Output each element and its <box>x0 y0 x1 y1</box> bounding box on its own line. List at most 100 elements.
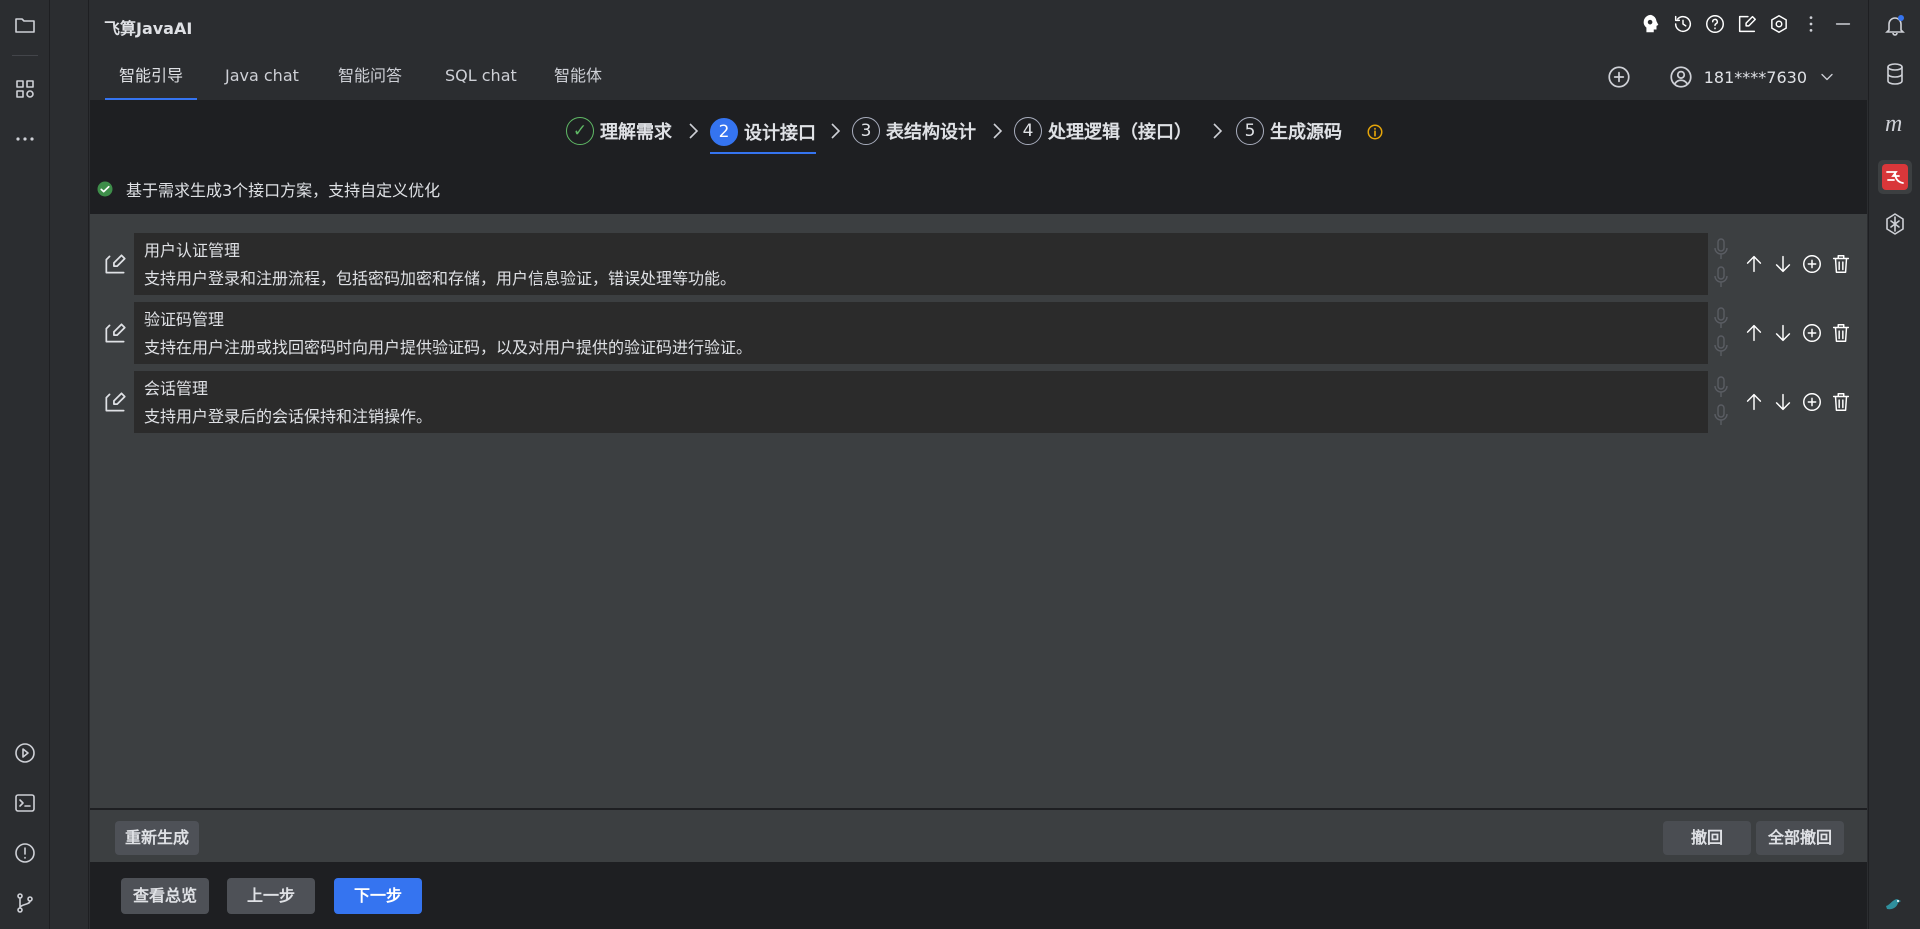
ai-assistant-icon[interactable] <box>1882 211 1908 237</box>
arrow-down-icon[interactable] <box>1771 320 1795 346</box>
maven-icon[interactable]: m <box>1882 111 1908 137</box>
add-circle-icon[interactable] <box>1800 320 1824 346</box>
notice: 基于需求生成3个接口方案，支持自定义优化 <box>96 177 440 201</box>
run-services-icon[interactable] <box>12 740 38 766</box>
tool-window-gutter <box>51 0 89 929</box>
microphone-icon[interactable] <box>1712 306 1730 332</box>
interface-description[interactable]: 支持在用户注册或找回密码时向用户提供验证码，以及对用户提供的验证码进行验证。 <box>144 333 1698 361</box>
trash-icon[interactable] <box>1829 320 1853 346</box>
help-icon[interactable] <box>1703 12 1727 36</box>
edit-icon[interactable] <box>102 251 128 277</box>
list-item: 用户认证管理 支持用户登录和注册流程，包括密码加密和存储，用户信息验证，错误处理… <box>90 233 1867 295</box>
arrow-up-icon[interactable] <box>1742 389 1766 415</box>
account-area: 181****7630 <box>1606 64 1837 90</box>
arrow-down-icon[interactable] <box>1771 389 1795 415</box>
view-overview-button[interactable]: 查看总览 <box>121 878 209 914</box>
folder-icon[interactable] <box>12 12 38 38</box>
history-icon[interactable] <box>1671 12 1695 36</box>
structure-icon[interactable] <box>12 76 38 102</box>
list-item: 验证码管理 支持在用户注册或找回密码时向用户提供验证码，以及对用户提供的验证码进… <box>90 302 1867 364</box>
step-table-design[interactable]: 3 表结构设计 <box>852 112 976 150</box>
right-activity-bar: m <box>1868 0 1920 929</box>
interface-card[interactable]: 用户认证管理 支持用户登录和注册流程，包括密码加密和存储，用户信息验证，错误处理… <box>134 233 1708 295</box>
user-avatar-icon[interactable] <box>1668 64 1694 90</box>
footer-nav: 查看总览 上一步 下一步 <box>90 862 1867 929</box>
minimize-icon[interactable] <box>1831 12 1855 36</box>
step-understand-requirements[interactable]: ✓ 理解需求 <box>566 112 672 150</box>
database-icon[interactable] <box>1882 61 1908 87</box>
list-item: 会话管理 支持用户登录后的会话保持和注销操作。 <box>90 371 1867 433</box>
add-circle-icon[interactable] <box>1800 389 1824 415</box>
title-actions <box>1639 12 1855 36</box>
edit-icon[interactable] <box>102 389 128 415</box>
info-icon[interactable] <box>1366 123 1384 141</box>
tab-smart-guide[interactable]: 智能引导 <box>105 56 198 100</box>
microphone-icon[interactable] <box>1712 237 1730 263</box>
interface-title[interactable]: 验证码管理 <box>144 307 1698 333</box>
trash-icon[interactable] <box>1829 389 1853 415</box>
next-step-button[interactable]: 下一步 <box>334 878 422 914</box>
list-actions-bar: 重新生成 撤回 全部撤回 <box>90 810 1867 862</box>
arrow-down-icon[interactable] <box>1771 251 1795 277</box>
terminal-icon[interactable] <box>12 790 38 816</box>
notifications-bell-icon[interactable] <box>1882 12 1908 38</box>
chevron-right-icon <box>689 123 699 139</box>
account-username[interactable]: 181****7630 <box>1704 68 1807 87</box>
ai-head-icon[interactable] <box>1639 12 1663 36</box>
feisuan-logo-icon[interactable] <box>1878 160 1912 194</box>
left-bar-separator <box>12 55 38 56</box>
microphone-icon[interactable] <box>1712 375 1730 401</box>
more-icon[interactable] <box>12 126 38 152</box>
interface-description[interactable]: 支持用户登录和注册流程，包括密码加密和存储，用户信息验证，错误处理等功能。 <box>144 264 1698 292</box>
check-icon: ✓ <box>566 117 594 145</box>
chevron-right-icon <box>993 123 1003 139</box>
options-menu-icon[interactable] <box>1799 12 1823 36</box>
stepper: ✓ 理解需求 2 设计接口 3 表结构设计 4 处理逻辑（接口） 5 生成源码 <box>90 112 1867 154</box>
arrow-up-icon[interactable] <box>1742 320 1766 346</box>
problems-icon[interactable] <box>12 840 38 866</box>
tab-sql-chat[interactable]: SQL chat <box>431 56 531 100</box>
step-number: 5 <box>1236 117 1264 145</box>
undo-all-button[interactable]: 全部撤回 <box>1756 821 1844 855</box>
step-generate-source[interactable]: 5 生成源码 <box>1236 112 1342 150</box>
interface-title[interactable]: 用户认证管理 <box>144 238 1698 264</box>
interface-title[interactable]: 会话管理 <box>144 376 1698 402</box>
guide-content: ✓ 理解需求 2 设计接口 3 表结构设计 4 处理逻辑（接口） 5 生成源码 <box>90 100 1867 929</box>
step-number: 2 <box>710 118 738 146</box>
microphone-icon[interactable] <box>1712 332 1730 358</box>
tab-java-chat[interactable]: Java chat <box>211 56 313 100</box>
regenerate-button[interactable]: 重新生成 <box>115 821 200 855</box>
settings-icon[interactable] <box>1767 12 1791 36</box>
voice-input-group <box>1712 306 1730 362</box>
arrow-up-icon[interactable] <box>1742 251 1766 277</box>
step-label: 设计接口 <box>744 123 816 144</box>
step-design-interface[interactable]: 2 设计接口 <box>710 112 816 154</box>
item-actions <box>1742 389 1853 415</box>
feisuan-tool-window: 飞算JavaAI 智能引导 Java chat 智能问答 SQL chat 智能… <box>90 0 1867 929</box>
edit-note-icon[interactable] <box>1735 12 1759 36</box>
item-actions <box>1742 320 1853 346</box>
step-process-logic[interactable]: 4 处理逻辑（接口） <box>1014 112 1192 150</box>
trash-icon[interactable] <box>1829 251 1853 277</box>
step-number: 3 <box>852 117 880 145</box>
tab-smart-qa[interactable]: 智能问答 <box>324 56 416 100</box>
step-number: 4 <box>1014 117 1042 145</box>
chevron-down-icon[interactable] <box>1817 67 1837 87</box>
add-icon[interactable] <box>1606 64 1632 90</box>
undo-button[interactable]: 撤回 <box>1663 821 1751 855</box>
interface-description[interactable]: 支持用户登录后的会话保持和注销操作。 <box>144 402 1698 430</box>
success-check-icon <box>97 181 113 197</box>
interface-list: 用户认证管理 支持用户登录和注册流程，包括密码加密和存储，用户信息验证，错误处理… <box>90 214 1867 810</box>
git-branch-icon[interactable] <box>12 890 38 916</box>
interface-card[interactable]: 会话管理 支持用户登录后的会话保持和注销操作。 <box>134 371 1708 433</box>
step-label: 表结构设计 <box>886 122 976 143</box>
microphone-icon[interactable] <box>1712 263 1730 289</box>
previous-step-button[interactable]: 上一步 <box>227 878 315 914</box>
microphone-icon[interactable] <box>1712 401 1730 427</box>
tab-agent[interactable]: 智能体 <box>540 56 616 100</box>
add-circle-icon[interactable] <box>1800 251 1824 277</box>
edit-icon[interactable] <box>102 320 128 346</box>
interface-card[interactable]: 验证码管理 支持在用户注册或找回密码时向用户提供验证码，以及对用户提供的验证码进… <box>134 302 1708 364</box>
feisuan-bird-icon[interactable] <box>1882 890 1908 916</box>
voice-input-group <box>1712 375 1730 431</box>
